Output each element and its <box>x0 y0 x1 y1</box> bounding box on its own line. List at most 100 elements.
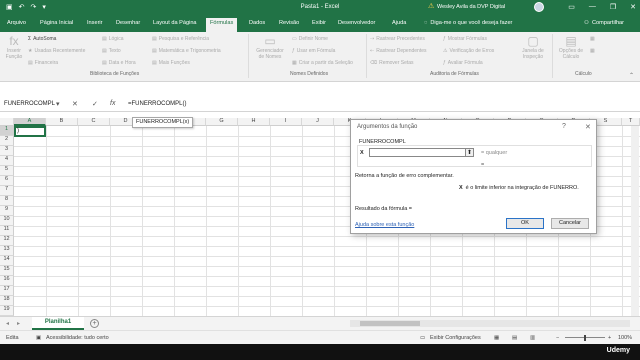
restore-button[interactable]: ❐ <box>610 3 616 11</box>
display-settings[interactable]: Exibir Configurações <box>430 335 481 341</box>
column-header[interactable]: H <box>238 118 270 126</box>
column-header[interactable]: T <box>622 118 640 126</box>
row-header[interactable]: 4 <box>0 156 14 166</box>
trace-dependents-button[interactable]: ⇠ Rastrear Dependentes <box>370 48 427 54</box>
row-header[interactable]: 8 <box>0 196 14 206</box>
row-header[interactable]: 19 <box>0 306 14 316</box>
macro-record-icon[interactable]: ▣ <box>36 335 41 341</box>
sheet-tab-planilha1[interactable]: Planilha1 <box>32 317 84 330</box>
remove-arrows-button[interactable]: ⌫ Remover Setas <box>370 60 414 66</box>
column-header[interactable]: G <box>206 118 238 126</box>
tab-desenhar[interactable]: Desenhar <box>116 20 140 26</box>
normal-view-icon[interactable]: ▦ <box>494 335 499 341</box>
page-layout-view-icon[interactable]: ▤ <box>512 335 517 341</box>
avatar[interactable] <box>534 2 544 12</box>
scroll-thumb[interactable] <box>360 321 420 326</box>
logical-button[interactable]: ▤ Lógica <box>102 36 123 42</box>
tab-arquivo[interactable]: Arquivo <box>7 20 26 26</box>
row-header[interactable]: 2 <box>0 136 14 146</box>
user-name[interactable]: Wesley Avila da DVP Digital <box>437 4 505 10</box>
column-header[interactable]: B <box>46 118 78 126</box>
insert-function-button[interactable]: fx Inserir Função <box>4 34 24 60</box>
row-header[interactable]: 10 <box>0 216 14 226</box>
row-header[interactable]: 18 <box>0 296 14 306</box>
lookup-reference-button[interactable]: ▤ Pesquisa e Referência <box>152 36 209 42</box>
prev-sheet-icon[interactable]: ◂ <box>6 320 9 327</box>
tab-revisao[interactable]: Revisão <box>279 20 299 26</box>
define-name-button[interactable]: ▭ Definir Nome <box>292 36 328 42</box>
tab-inserir[interactable]: Inserir <box>87 20 103 26</box>
watch-window-button[interactable]: ▢ Janela de Inspeção <box>518 34 548 60</box>
row-header[interactable]: 14 <box>0 256 14 266</box>
formula-input[interactable]: =FUNERROCOMPL() <box>128 101 187 107</box>
name-box[interactable]: FUNERROCOMPL <box>2 100 55 110</box>
column-header[interactable]: C <box>78 118 110 126</box>
close-icon[interactable]: ✕ <box>585 123 591 131</box>
text-button[interactable]: ▤ Texto <box>102 48 121 54</box>
help-link[interactable]: Ajuda sobre esta função <box>355 222 414 228</box>
argument-x-input[interactable] <box>369 148 474 157</box>
zoom-level[interactable]: 100% <box>618 335 632 341</box>
row-header[interactable]: 13 <box>0 246 14 256</box>
error-checking-button[interactable]: ⚠ Verificação de Erros <box>443 48 494 54</box>
help-icon[interactable]: ? <box>562 123 566 130</box>
name-manager-button[interactable]: ▭ Gerenciador de Nomes <box>252 34 288 60</box>
ok-button[interactable]: OK <box>506 218 544 229</box>
calculate-sheet-button[interactable]: ▦ <box>590 48 595 54</box>
row-header[interactable]: 5 <box>0 166 14 176</box>
tab-desenvolvedor[interactable]: Desenvolvedor <box>338 20 375 26</box>
row-header[interactable]: 15 <box>0 266 14 276</box>
column-header[interactable]: A <box>14 118 46 126</box>
share-button[interactable]: ⚇ Compartilhar <box>584 20 624 26</box>
row-header[interactable]: 12 <box>0 236 14 246</box>
trace-precedents-button[interactable]: ⇢ Rastrear Precedentes <box>370 36 425 42</box>
show-formulas-button[interactable]: ƒ Mostrar Fórmulas <box>443 36 487 42</box>
collapse-dialog-arrow-icon[interactable]: ⬆ <box>465 148 474 157</box>
horizontal-scrollbar[interactable] <box>350 320 630 327</box>
vertical-scrollbar[interactable] <box>631 126 639 316</box>
tab-dados[interactable]: Dados <box>249 20 265 26</box>
calculate-now-button[interactable]: ▦ <box>590 36 595 42</box>
accessibility-status[interactable]: Acessibilidade: tudo certo <box>46 335 109 341</box>
tell-me-search[interactable]: ◌ Diga-me o que você deseja fazer <box>424 20 512 26</box>
cancel-entry-button[interactable]: ✕ <box>72 100 78 108</box>
tab-pagina-inicial[interactable]: Página Inicial <box>40 20 73 26</box>
evaluate-formula-button[interactable]: ƒ Avaliar Fórmula <box>443 60 483 66</box>
zoom-in-button[interactable]: + <box>608 335 611 341</box>
math-trig-button[interactable]: ▤ Matemática e Trigonometria <box>152 48 221 54</box>
zoom-slider-knob[interactable] <box>584 335 586 341</box>
close-button[interactable]: ✕ <box>630 3 636 11</box>
function-syntax-tooltip[interactable]: FUNERROCOMPL(x) <box>132 117 194 128</box>
row-header[interactable]: 9 <box>0 206 14 216</box>
row-header[interactable]: 17 <box>0 286 14 296</box>
use-in-formula-button[interactable]: ƒ Usar em Fórmula <box>292 48 335 54</box>
row-header[interactable]: 1 <box>0 126 14 136</box>
row-header[interactable]: 3 <box>0 146 14 156</box>
row-header[interactable]: 6 <box>0 176 14 186</box>
tab-exibir[interactable]: Exibir <box>312 20 326 26</box>
active-cell-a1[interactable]: ) <box>14 126 46 137</box>
recently-used-button[interactable]: ★ Usadas Recentemente <box>28 48 85 54</box>
name-box-dropdown-icon[interactable]: ▾ <box>56 100 60 108</box>
add-sheet-button[interactable]: + <box>90 319 99 328</box>
financial-button[interactable]: ▤ Financeira <box>28 60 58 66</box>
next-sheet-icon[interactable]: ▸ <box>17 320 20 327</box>
minimize-button[interactable]: — <box>589 3 596 11</box>
row-header[interactable]: 16 <box>0 276 14 286</box>
column-header[interactable]: J <box>302 118 334 126</box>
tab-formulas[interactable]: Fórmulas <box>206 18 238 32</box>
warning-icon[interactable]: ⚠ <box>428 2 434 10</box>
autosum-button[interactable]: Σ AutoSoma <box>28 36 56 42</box>
ribbon-display-icon[interactable]: ▭ <box>568 3 575 11</box>
date-time-button[interactable]: ▤ Data e Hora <box>102 60 136 66</box>
more-functions-button[interactable]: ▤ Mais Funções <box>152 60 190 66</box>
calculation-options-button[interactable]: ▤ Opções de Cálculo <box>556 34 586 60</box>
cancel-button[interactable]: Cancelar <box>551 218 589 229</box>
insert-function-fx-button[interactable]: fx <box>110 100 115 107</box>
zoom-out-button[interactable]: − <box>556 335 559 341</box>
row-header[interactable]: 7 <box>0 186 14 196</box>
display-settings-icon[interactable]: ▭ <box>420 335 425 341</box>
collapse-ribbon-icon[interactable]: ⌃ <box>629 72 634 79</box>
select-all-corner[interactable] <box>0 118 14 126</box>
tab-ajuda[interactable]: Ajuda <box>392 20 406 26</box>
